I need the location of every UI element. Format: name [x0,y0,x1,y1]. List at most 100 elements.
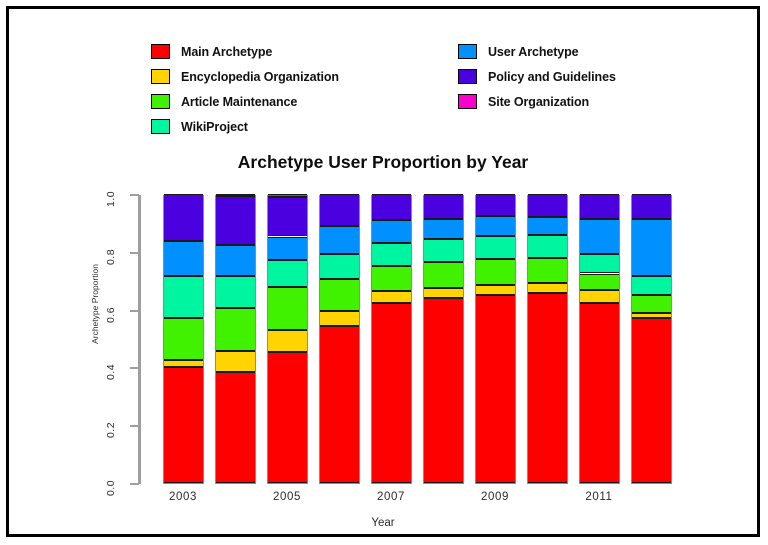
y-tick-mark [130,483,139,485]
bar-segment [267,330,307,352]
bar-segment [423,298,463,483]
y-tick-label-text: 0.6 [104,306,117,323]
y-tick-mark [130,194,139,196]
bar-segment [319,279,359,312]
y-tick-mark [130,309,139,312]
x-axis-label: Year [371,517,395,529]
bar-2008 [422,193,464,484]
x-tick-label: 2009 [481,491,509,503]
bar-segment [267,197,307,237]
y-tick-label: 0.2 [97,420,125,438]
bar-segment [215,350,255,372]
bar-2010 [526,194,568,484]
bar-segment [215,245,255,276]
bar-segment [475,235,515,260]
bar-segment [579,194,619,220]
bar-segment [371,193,411,220]
bar-segment [579,290,619,304]
bar-2007 [370,193,412,484]
bar-segment [631,317,671,483]
bar-segment [319,226,359,255]
bar-2012 [630,193,672,484]
bar-segment [475,194,515,216]
x-tick-label: 2007 [377,491,405,503]
bar-segment [527,194,567,217]
bar-segment [527,257,567,284]
bar-segment [631,275,671,296]
bar-segment [579,273,619,291]
bar-segment [631,193,671,219]
bar-segment [267,236,307,261]
bar-segment [527,234,567,258]
y-tick-label: 0.0 [97,478,125,496]
bar-segment [631,312,671,318]
y-axis-label: Archetype Proportion [55,264,100,344]
bar-segment [267,287,307,331]
y-tick-label: 0.8 [97,247,125,265]
bar-segment [579,219,619,254]
bar-segment [527,293,567,483]
bar-segment [475,259,515,286]
bar-segment [423,287,463,299]
bar-2003 [162,194,204,484]
y-tick-label-text: 1.0 [104,190,117,208]
plot-area [157,193,677,484]
bar-segment [215,371,255,483]
x-tick-label: 2003 [169,491,197,503]
bar-segment [631,218,671,276]
bar-2006 [318,194,360,484]
bar-segment [371,242,411,266]
y-axis-line [138,195,141,484]
bar-2009 [474,194,516,484]
bar-segment [267,194,307,198]
bar-2005 [266,194,308,484]
bar-segment [267,351,307,483]
x-tick-label: 2011 [585,491,613,503]
y-tick-label-text: 0.2 [104,422,117,439]
x-tick-label: 2005 [273,491,301,503]
y-tick-mark [130,367,139,370]
bar-segment [319,311,359,326]
bar-segment [631,295,671,313]
bar-segment [163,241,203,277]
bar-segment [215,275,255,308]
bar-segment [215,194,255,197]
bar-segment [423,193,463,219]
bar-segment [163,367,203,483]
bar-segment [163,318,203,360]
chart-frame: Main Archetype Encyclopedia Organization A… [6,6,760,537]
bar-segment [371,219,411,243]
bar-segment [163,194,203,242]
y-tick-label: 0.4 [97,362,125,380]
bar-segment [527,216,567,235]
y-tick-label: 0.6 [97,305,125,323]
bar-segment [163,359,203,368]
y-tick-mark [130,251,139,254]
y-tick-label-text: 0.0 [104,479,117,497]
y-tick-mark [130,425,139,428]
y-tick-label-text: 0.4 [104,364,117,381]
bar-segment [319,254,359,280]
bar-segment [475,295,515,483]
bar-segment [423,218,463,239]
bar-2011 [578,194,620,484]
bar-segment [527,283,567,294]
plot-wrapper: 0.0 0.2 0.4 0.6 0.8 1.0 Archetype Proportion … [9,9,757,534]
bar-segment [423,238,463,262]
y-tick-label-text: 0.8 [104,248,117,265]
bar-segment [371,303,411,483]
bar-segment [423,261,463,288]
bar-segment [371,291,411,304]
bar-segment [579,303,619,483]
y-axis-label-text: Archetype Proportion [89,264,100,344]
bar-segment [475,285,515,296]
bar-segment [267,260,307,288]
bar-segment [163,276,203,318]
bar-segment [215,196,255,246]
bar-segment [319,325,359,483]
bar-segment [475,215,515,236]
bar-segment [579,253,619,274]
bar-2004 [214,194,256,484]
bar-segment [371,265,411,292]
chart-canvas: Main Archetype Encyclopedia Organization A… [9,9,757,534]
